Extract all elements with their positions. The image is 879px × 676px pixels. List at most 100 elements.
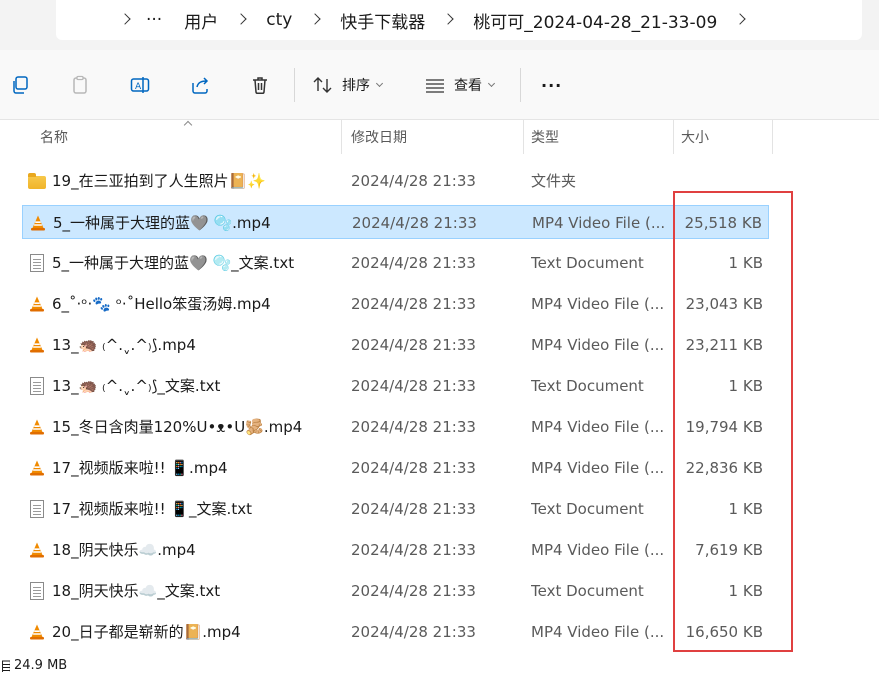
file-row[interactable]: 13_🦔 ₍^.ˬ.^₎⟆_文案.txt 2024/4/28 21:33 Text … xyxy=(22,369,769,403)
file-row[interactable]: 13_🦔 ₍^.ˬ.^₎⟆.mp4 2024/4/28 21:33 MP4 Vide… xyxy=(22,328,769,362)
chevron-right-icon[interactable] xyxy=(729,8,753,32)
file-row[interactable]: 17_视频版来啦!! 📱.mp4 2024/4/28 21:33 MP4 Video… xyxy=(22,451,769,485)
file-type: Text Document xyxy=(531,582,644,600)
column-divider[interactable] xyxy=(673,120,674,154)
file-row[interactable]: 18_阴天快乐☁️_文案.txt 2024/4/28 21:33 Text Docu… xyxy=(22,574,769,608)
folder-icon xyxy=(28,173,46,189)
column-divider[interactable] xyxy=(523,120,524,154)
file-type: Text Document xyxy=(531,254,644,272)
toolbar-separator xyxy=(520,68,521,102)
chevron-down-icon xyxy=(376,81,384,89)
column-header-date[interactable]: 修改日期 xyxy=(351,120,407,154)
file-row[interactable]: 15_冬日含肉量120%U•ᴥ•U🫚.mp4 2024/4/28 21:33 MP4… xyxy=(22,410,769,444)
file-date: 2024/4/28 21:33 xyxy=(352,214,477,232)
file-name: 17_视频版来啦!! 📱_文案.txt xyxy=(52,500,252,518)
toolbar-separator xyxy=(294,68,295,102)
file-date: 2024/4/28 21:33 xyxy=(351,336,476,354)
file-size: 1 KB xyxy=(728,254,763,272)
vlc-icon xyxy=(29,214,47,232)
file-row[interactable]: 18_阴天快乐☁️.mp4 2024/4/28 21:33 MP4 Video Fi… xyxy=(22,533,769,567)
file-date: 2024/4/28 21:33 xyxy=(351,541,476,559)
more-options-button[interactable]: ··· xyxy=(541,72,562,98)
breadcrumb-users[interactable]: 用户 xyxy=(184,8,218,33)
rename-button[interactable]: A xyxy=(130,72,150,98)
file-name: 5_一种属于大理的蓝🩶 🫧.mp4 xyxy=(53,214,271,232)
file-size: 23,211 KB xyxy=(685,336,763,354)
file-size: 1 KB xyxy=(728,377,763,395)
file-name: 18_阴天快乐☁️_文案.txt xyxy=(52,582,221,600)
sort-label: 排序 xyxy=(342,78,370,94)
file-size: 7,619 KB xyxy=(695,541,763,559)
file-type: MP4 Video File (... xyxy=(531,459,665,477)
sort-button[interactable]: 排序 xyxy=(312,72,384,98)
text-document-icon xyxy=(30,377,44,395)
file-date: 2024/4/28 21:33 xyxy=(351,172,476,190)
copy-icon xyxy=(13,76,28,94)
address-area: ··· 用户 cty 快手下载器 桃可可_2024-04-28_21-33-09 xyxy=(0,0,879,50)
file-name: 17_视频版来啦!! 📱.mp4 xyxy=(52,459,228,477)
chevron-right-icon xyxy=(437,8,461,32)
breadcrumb-overflow[interactable]: ··· xyxy=(146,10,162,30)
share-button[interactable] xyxy=(190,72,210,98)
view-list-icon xyxy=(426,79,444,93)
file-row[interactable]: 17_视频版来啦!! 📱_文案.txt 2024/4/28 21:33 Text D… xyxy=(22,492,769,526)
chevron-right-icon xyxy=(304,8,328,32)
column-header-type[interactable]: 类型 xyxy=(531,120,559,154)
file-row[interactable]: 20_日子都是崭新的📔.mp4 2024/4/28 21:33 MP4 Video … xyxy=(22,615,769,649)
column-divider[interactable] xyxy=(341,120,342,154)
column-header-size[interactable]: 大小 xyxy=(681,120,709,154)
breadcrumb-current-folder[interactable]: 桃可可_2024-04-28_21-33-09 xyxy=(473,8,717,33)
sort-icon xyxy=(313,77,332,93)
breadcrumb-kuaishou-downloader[interactable]: 快手下载器 xyxy=(340,8,425,33)
file-type: MP4 Video File (... xyxy=(531,336,665,354)
share-icon xyxy=(192,77,209,94)
file-date: 2024/4/28 21:33 xyxy=(351,254,476,272)
file-size: 22,836 KB xyxy=(685,459,763,477)
address-bar[interactable]: ··· 用户 cty 快手下载器 桃可可_2024-04-28_21-33-09 xyxy=(56,0,862,40)
chevron-down-icon xyxy=(488,81,496,89)
file-type: MP4 Video File (... xyxy=(532,214,666,232)
file-row[interactable]: 5_一种属于大理的蓝🩶 🫧.mp4 2024/4/28 21:33 MP4 Vide… xyxy=(22,205,769,239)
breadcrumb-cty[interactable]: cty xyxy=(266,10,292,30)
chevron-right-icon xyxy=(114,8,138,32)
file-date: 2024/4/28 21:33 xyxy=(351,418,476,436)
chevron-right-icon xyxy=(230,8,254,32)
command-bar: A 排序 查看 ··· xyxy=(0,50,879,120)
column-header-name[interactable]: 名称 xyxy=(40,120,68,154)
view-label: 查看 xyxy=(454,78,482,94)
file-row[interactable]: 5_一种属于大理的蓝🩶 🫧_文案.txt 2024/4/28 21:33 Text … xyxy=(22,246,769,280)
file-type: MP4 Video File (... xyxy=(531,418,665,436)
delete-button[interactable] xyxy=(250,72,270,98)
paste-icon xyxy=(73,75,87,94)
file-type: Text Document xyxy=(531,500,644,518)
file-date: 2024/4/28 21:33 xyxy=(351,377,476,395)
item-count-text: 目 xyxy=(0,659,10,675)
copy-button[interactable] xyxy=(10,72,30,98)
file-size: 25,518 KB xyxy=(684,214,762,232)
file-row[interactable]: 6_˚·ᵒ·🐾 ᵒ·˚Hello笨蛋汤姆.mp4 2024/4/28 21:33 M… xyxy=(22,287,769,321)
file-type: MP4 Video File (... xyxy=(531,623,665,641)
vlc-icon xyxy=(28,459,46,477)
file-name: 19_在三亚拍到了人生照片📔✨ xyxy=(52,172,266,190)
file-size: 1 KB xyxy=(728,582,763,600)
vlc-icon xyxy=(28,418,46,436)
view-button[interactable]: 查看 xyxy=(424,72,496,98)
sort-ascending-icon xyxy=(183,120,193,128)
file-type: 文件夹 xyxy=(531,172,577,190)
file-name: 5_一种属于大理的蓝🩶 🫧_文案.txt xyxy=(52,254,295,272)
file-type: Text Document xyxy=(531,377,644,395)
file-size: 23,043 KB xyxy=(685,295,763,313)
paste-button[interactable] xyxy=(70,72,90,98)
svg-text:A: A xyxy=(135,82,142,92)
file-name: 18_阴天快乐☁️.mp4 xyxy=(52,541,196,559)
file-date: 2024/4/28 21:33 xyxy=(351,459,476,477)
file-type: MP4 Video File (... xyxy=(531,295,665,313)
column-divider[interactable] xyxy=(772,120,773,154)
vlc-icon xyxy=(28,336,46,354)
file-date: 2024/4/28 21:33 xyxy=(351,295,476,313)
file-size: 16,650 KB xyxy=(685,623,763,641)
file-row[interactable]: 19_在三亚拍到了人生照片📔✨ 2024/4/28 21:33 文件夹 xyxy=(22,164,769,198)
text-document-icon xyxy=(30,254,44,272)
file-size xyxy=(668,164,763,198)
vlc-icon xyxy=(28,295,46,313)
